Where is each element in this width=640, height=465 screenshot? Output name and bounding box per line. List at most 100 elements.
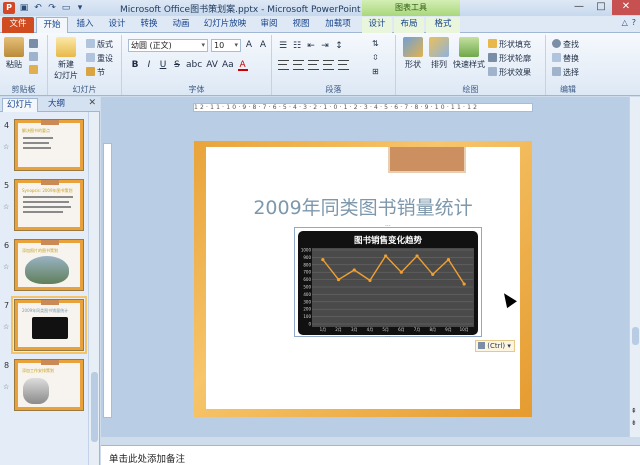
folder-icon[interactable]: ▭	[60, 2, 72, 14]
increase-indent-icon[interactable]: ⇥	[320, 40, 330, 52]
decrease-indent-icon[interactable]: ⇤	[306, 40, 316, 52]
previous-slide-icon[interactable]: ⇞	[631, 407, 637, 415]
copy-button[interactable]	[29, 52, 40, 62]
resize-handle-bottom[interactable]: ···	[385, 335, 391, 341]
align-text-icon[interactable]: ⇳	[372, 53, 379, 62]
maximize-button[interactable]: □	[590, 0, 612, 15]
close-panel-icon[interactable]: ✕	[88, 98, 96, 108]
reset-button[interactable]: 重设	[86, 53, 113, 64]
minimize-button[interactable]: —	[568, 0, 590, 15]
slides-group-label: 幻灯片	[72, 85, 97, 94]
vertical-ruler	[103, 143, 112, 418]
powerpoint-icon[interactable]: P	[3, 2, 15, 14]
bold-icon[interactable]: B	[130, 59, 140, 71]
slide-canvas[interactable]: 2009年同类图书销量统计 ··· ··· 图书销售变化趋势 0 100 200 30…	[194, 141, 532, 417]
tab-design[interactable]: 设计	[102, 17, 132, 33]
layout-button[interactable]: 版式	[86, 39, 113, 50]
find-button[interactable]: 查找	[552, 39, 579, 50]
tab-view[interactable]: 视图	[286, 17, 316, 33]
reset-icon	[86, 53, 95, 62]
quick-styles-button[interactable]: 快速样式	[452, 37, 486, 70]
tab-chart-format[interactable]: 格式	[426, 17, 460, 33]
italic-icon[interactable]: I	[144, 59, 154, 71]
arrange-button[interactable]: 排列	[426, 37, 452, 70]
tab-animations[interactable]: 动画	[166, 17, 196, 33]
y-tick-label: 900	[303, 255, 311, 260]
undo-icon[interactable]: ↶	[32, 2, 44, 14]
tab-slides[interactable]: 幻灯片	[2, 98, 38, 112]
x-tick-label: 6月	[398, 327, 405, 332]
paste-options-button[interactable]: (Ctrl) ▾	[475, 340, 515, 352]
mini-chart	[32, 317, 68, 339]
underline-icon[interactable]: U	[158, 59, 168, 71]
resize-handle-top[interactable]: ···	[385, 224, 391, 230]
tab-chart-layout[interactable]: 布局	[394, 17, 424, 33]
shape-outline-button[interactable]: 形状轮廓	[488, 53, 531, 64]
select-button[interactable]: 选择	[552, 67, 579, 78]
strikethrough-icon[interactable]: S	[172, 59, 182, 71]
y-tick-label: 1000	[301, 248, 312, 253]
font-name-combo[interactable]: 幼圆 (正文)	[128, 39, 208, 52]
y-tick-label: 700	[303, 270, 311, 275]
redo-icon[interactable]: ↷	[46, 2, 58, 14]
replace-button[interactable]: 替换	[552, 53, 579, 64]
series-line	[322, 254, 465, 285]
new-slide-button[interactable]: 新建 幻灯片	[51, 37, 81, 81]
save-icon[interactable]: ▣	[18, 2, 30, 14]
align-center-icon[interactable]	[293, 60, 304, 72]
char-spacing-icon[interactable]: AV	[206, 59, 218, 71]
window-title: Microsoft Office图书策划案.pptx - Microsoft P…	[120, 5, 361, 15]
line-chart[interactable]: 图书销售变化趋势 0 100 200 300 400 500 600 700 800 900 100…	[298, 231, 478, 335]
shrink-font-icon[interactable]: A	[258, 39, 268, 51]
tab-file[interactable]: 文件	[2, 17, 34, 33]
chart-tools-label: 图表工具	[362, 0, 460, 16]
columns-icon[interactable]	[338, 60, 349, 72]
shape-effects-button[interactable]: 形状效果	[488, 67, 531, 78]
font-size-combo[interactable]: 10	[211, 39, 241, 52]
dropdown-icon[interactable]: ▾	[74, 2, 86, 14]
tab-addins[interactable]: 加载项	[318, 17, 358, 33]
font-color-icon[interactable]: A	[237, 59, 248, 71]
line-spacing-icon[interactable]: ↕	[334, 40, 344, 52]
slide-title[interactable]: 2009年同类图书销量统计	[206, 193, 520, 220]
tab-review[interactable]: 审阅	[254, 17, 284, 33]
shapes-button[interactable]: 形状	[400, 37, 426, 70]
bullets-icon[interactable]: ☰	[278, 40, 288, 52]
notes-pane[interactable]: 单击此处添加备注	[101, 445, 640, 465]
tab-outline[interactable]: 大纲	[44, 98, 69, 112]
justify-icon[interactable]	[323, 60, 334, 72]
editor-scrollbar[interactable]: ⇞ ⇟	[629, 97, 640, 437]
data-point	[321, 258, 325, 262]
tab-home[interactable]: 开始	[36, 17, 68, 33]
text-direction-icon[interactable]: ⇅	[372, 39, 379, 48]
tab-slideshow[interactable]: 幻灯片放映	[198, 17, 252, 33]
change-case-icon[interactable]: Aa	[222, 59, 234, 71]
font-group: 幼圆 (正文) 10 A A B I U S abc AV Aa A 字体	[122, 35, 272, 95]
paste-button[interactable]: 粘贴	[3, 37, 25, 70]
grow-font-icon[interactable]: A	[244, 39, 254, 51]
tab-transitions[interactable]: 转换	[134, 17, 164, 33]
align-right-icon[interactable]	[308, 60, 319, 72]
next-slide-icon[interactable]: ⇟	[631, 419, 637, 427]
cut-button[interactable]	[29, 39, 40, 49]
tab-insert[interactable]: 插入	[70, 17, 100, 33]
select-icon	[552, 67, 561, 76]
shadow-icon[interactable]: abc	[186, 59, 202, 71]
panel-scrollbar[interactable]	[88, 112, 99, 465]
tab-chart-design[interactable]: 设计	[362, 17, 392, 33]
chart-selection-frame[interactable]: ··· ··· 图书销售变化趋势 0 100 200 300 400 500 600 700 8…	[294, 224, 482, 341]
section-button[interactable]: 节	[86, 67, 105, 78]
shape-fill-button[interactable]: 形状填充	[488, 39, 531, 50]
numbering-icon[interactable]: ☷	[292, 40, 302, 52]
help-icon[interactable]: ?	[632, 18, 636, 27]
collapse-ribbon-icon[interactable]: △	[622, 18, 628, 27]
shape-fill-icon	[488, 39, 497, 48]
font-size-buttons: A A	[244, 39, 268, 51]
notes-splitter[interactable]	[101, 437, 640, 445]
format-painter-button[interactable]	[29, 65, 40, 75]
align-left-icon[interactable]	[278, 60, 289, 72]
slide-thumbnail-selected: 2009年同类图书销量统计	[11, 296, 87, 354]
font-group-label: 字体	[188, 85, 205, 94]
close-button[interactable]: ✕	[612, 0, 640, 15]
smartart-icon[interactable]: ⊞	[372, 67, 379, 76]
